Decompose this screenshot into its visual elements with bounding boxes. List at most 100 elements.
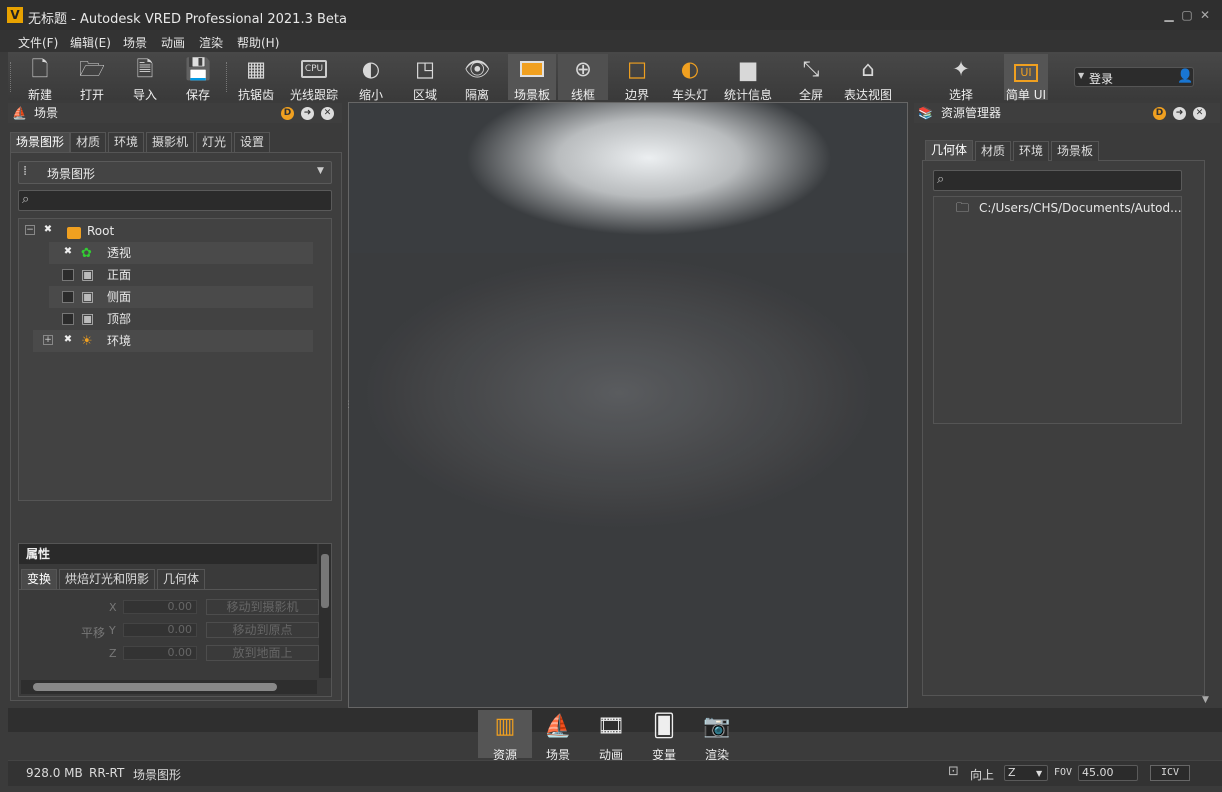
menu-bar: 文件(F) 编辑(E) 场景 动画 渲染 帮助(H) bbox=[0, 30, 1222, 52]
scene-search-input[interactable]: ⌕ bbox=[18, 190, 332, 211]
translate-y-input[interactable]: 0.00 bbox=[123, 623, 197, 637]
stats-button[interactable]: ▆ 统计信息 bbox=[722, 54, 774, 102]
maximize-icon[interactable]: ▢ bbox=[1180, 9, 1194, 21]
simple-ui-button[interactable]: UI 简单 UI bbox=[1004, 54, 1048, 102]
tab-environment[interactable]: 环境 bbox=[108, 132, 145, 152]
save-button[interactable]: 💾 保存 bbox=[180, 54, 216, 102]
translate-z-input[interactable]: 0.00 bbox=[123, 646, 197, 660]
close-icon[interactable]: ✕ bbox=[1193, 107, 1206, 120]
tab-bake-lights[interactable]: 烘焙灯光和阴影 bbox=[59, 569, 156, 589]
tab-settings[interactable]: 设置 bbox=[234, 132, 271, 152]
icv-button[interactable]: ICV bbox=[1150, 765, 1190, 781]
tab-asset-materials[interactable]: 材质 bbox=[975, 141, 1012, 161]
close-icon[interactable]: ✕ bbox=[1198, 9, 1212, 21]
splitter-handle[interactable]: ⋮ bbox=[344, 400, 353, 410]
tree-node-front[interactable]: ▣ 正面 bbox=[49, 264, 313, 286]
scenegraph-dropdown[interactable]: ⁞ 场景图形 ▼ bbox=[18, 161, 332, 184]
folder-icon: 🗀 bbox=[956, 201, 970, 216]
menu-render[interactable]: 渲染 bbox=[199, 34, 223, 51]
chevron-down-icon: ▼ bbox=[317, 166, 324, 176]
fov-input[interactable]: 45.00 bbox=[1078, 765, 1138, 781]
tree-node-environment[interactable]: + ✖ ☀ 环境 bbox=[33, 330, 313, 352]
menu-help[interactable]: 帮助(H) bbox=[237, 34, 279, 51]
asset-panel-header: 📚 资源管理器 D ➜ ✕ bbox=[914, 103, 1220, 123]
asset-search-input[interactable]: ⌕ bbox=[933, 170, 1182, 191]
properties-hscrollbar[interactable] bbox=[21, 680, 317, 694]
bounds-button[interactable]: □ 边界 bbox=[622, 54, 652, 102]
dock-icon[interactable]: D bbox=[1153, 107, 1166, 120]
antialias-button[interactable]: ▦ 抗锯齿 bbox=[236, 54, 276, 102]
region-icon: ◳ bbox=[415, 57, 435, 81]
raytrace-button[interactable]: CPU 光线跟踪 bbox=[288, 54, 340, 102]
visibility-checkbox[interactable]: ✖ bbox=[62, 247, 74, 259]
region-button[interactable]: ◳ 区域 bbox=[410, 54, 440, 102]
tab-asset-sceneplates[interactable]: 场景板 bbox=[1051, 141, 1100, 161]
minimize-icon[interactable]: ▁ bbox=[1162, 9, 1176, 21]
tab-transform[interactable]: 变换 bbox=[21, 569, 58, 589]
close-icon[interactable]: ✕ bbox=[321, 107, 334, 120]
scene-panel-header: ⛵ 场景 D ➜ ✕ bbox=[8, 103, 342, 123]
menu-edit[interactable]: 编辑(E) bbox=[70, 34, 111, 51]
wireframe-button[interactable]: ⊕ 线框 bbox=[558, 54, 608, 102]
bottom-tab-animation[interactable]: 🎞 动画 bbox=[585, 710, 637, 762]
dock-icon[interactable]: D bbox=[281, 107, 294, 120]
properties-vscrollbar[interactable] bbox=[319, 544, 331, 678]
tree-node-root[interactable]: − ✖ Root bbox=[19, 220, 312, 242]
bottom-tab-render[interactable]: 📷 渲染 bbox=[691, 710, 743, 762]
bottom-tab-assets[interactable]: ▥ 资源 bbox=[479, 710, 531, 762]
place-on-ground-button[interactable]: 放到地面上 bbox=[206, 645, 319, 661]
tab-lights[interactable]: 灯光 bbox=[196, 132, 233, 152]
chevron-down-icon: ▼ bbox=[1036, 769, 1043, 778]
scene-icon: ⛵ bbox=[12, 106, 27, 120]
expand-icon[interactable]: + bbox=[43, 335, 53, 345]
tree-node-top[interactable]: ▣ 顶部 bbox=[49, 308, 313, 330]
tree-node-side[interactable]: ▣ 侧面 bbox=[49, 286, 313, 308]
move-to-origin-button[interactable]: 移动到原点 bbox=[206, 622, 319, 638]
isolate-button[interactable]: 👁 隔离 bbox=[462, 54, 492, 102]
menu-file[interactable]: 文件(F) bbox=[18, 34, 58, 51]
login-field[interactable]: ▼ 登录 👤 bbox=[1074, 67, 1194, 87]
presentation-button[interactable]: ⌂ 表达视图 bbox=[842, 54, 894, 102]
arrow-right-icon[interactable]: ➜ bbox=[301, 107, 314, 120]
open-button[interactable]: 🗁 打开 bbox=[74, 54, 110, 102]
cpu-icon: CPU bbox=[301, 60, 327, 78]
menu-animation[interactable]: 动画 bbox=[161, 34, 185, 51]
user-icon: 👤 bbox=[1177, 69, 1194, 84]
visibility-checkbox[interactable] bbox=[62, 269, 74, 281]
move-to-camera-button[interactable]: 移动到摄影机 bbox=[206, 599, 319, 615]
books-icon: ▥ bbox=[494, 714, 516, 739]
tab-cameras[interactable]: 摄影机 bbox=[146, 132, 195, 152]
window-title: 无标题 - Autodesk VRED Professional 2021.3 … bbox=[28, 12, 347, 27]
main-toolbar: 🗋 新建 🗁 打开 🗎 导入 💾 保存 ▦ 抗锯齿 CPU 光线跟踪 ◐ 缩小 ◳ 区域 👁 隔离… bbox=[8, 52, 1222, 102]
visibility-checkbox[interactable]: ✖ bbox=[62, 335, 74, 347]
tab-geometry[interactable]: 几何体 bbox=[157, 569, 206, 589]
tab-scenegraph[interactable]: 场景图形 bbox=[10, 132, 71, 152]
zoom-out-button[interactable]: ◐ 缩小 bbox=[356, 54, 386, 102]
import-button[interactable]: 🗎 导入 bbox=[127, 54, 163, 102]
arrow-right-icon[interactable]: ➜ bbox=[1173, 107, 1186, 120]
fullscreen-button[interactable]: ⤡ 全屏 bbox=[796, 54, 826, 102]
select-wand-icon: ✦ bbox=[952, 57, 970, 81]
asset-folder-item[interactable]: 🗀 C:/Users/CHS/Documents/Autod... bbox=[940, 198, 1182, 218]
bottom-tab-scene[interactable]: ⛵ 场景 bbox=[532, 710, 584, 762]
sceneplate-button[interactable]: 场景板 bbox=[508, 54, 556, 102]
visibility-checkbox[interactable] bbox=[62, 313, 74, 325]
environment-icon: ☀ bbox=[81, 334, 93, 349]
tab-materials[interactable]: 材质 bbox=[70, 132, 107, 152]
visibility-checkbox[interactable]: ✖ bbox=[42, 225, 54, 237]
headlight-button[interactable]: ◐ 车头灯 bbox=[670, 54, 710, 102]
new-button[interactable]: 🗋 新建 bbox=[22, 54, 58, 102]
up-axis-select[interactable]: Z ▼ bbox=[1004, 765, 1048, 781]
collapse-icon[interactable]: − bbox=[25, 225, 35, 235]
tab-asset-geometry[interactable]: 几何体 bbox=[925, 140, 974, 160]
scroll-down-icon[interactable]: ▼ bbox=[1202, 695, 1209, 705]
select-button[interactable]: ✦ 选择 bbox=[946, 54, 976, 102]
render-viewport[interactable] bbox=[348, 102, 908, 708]
menu-scene[interactable]: 场景 bbox=[123, 34, 147, 51]
bottom-tab-variants[interactable]: 🂠 变量 bbox=[638, 710, 690, 762]
tab-asset-environments[interactable]: 环境 bbox=[1013, 141, 1050, 161]
tree-node-perspective[interactable]: ✖ ✿ 透视 bbox=[49, 242, 313, 264]
translate-x-input[interactable]: 0.00 bbox=[123, 600, 197, 614]
properties-title: 属性 bbox=[19, 544, 317, 564]
visibility-checkbox[interactable] bbox=[62, 291, 74, 303]
